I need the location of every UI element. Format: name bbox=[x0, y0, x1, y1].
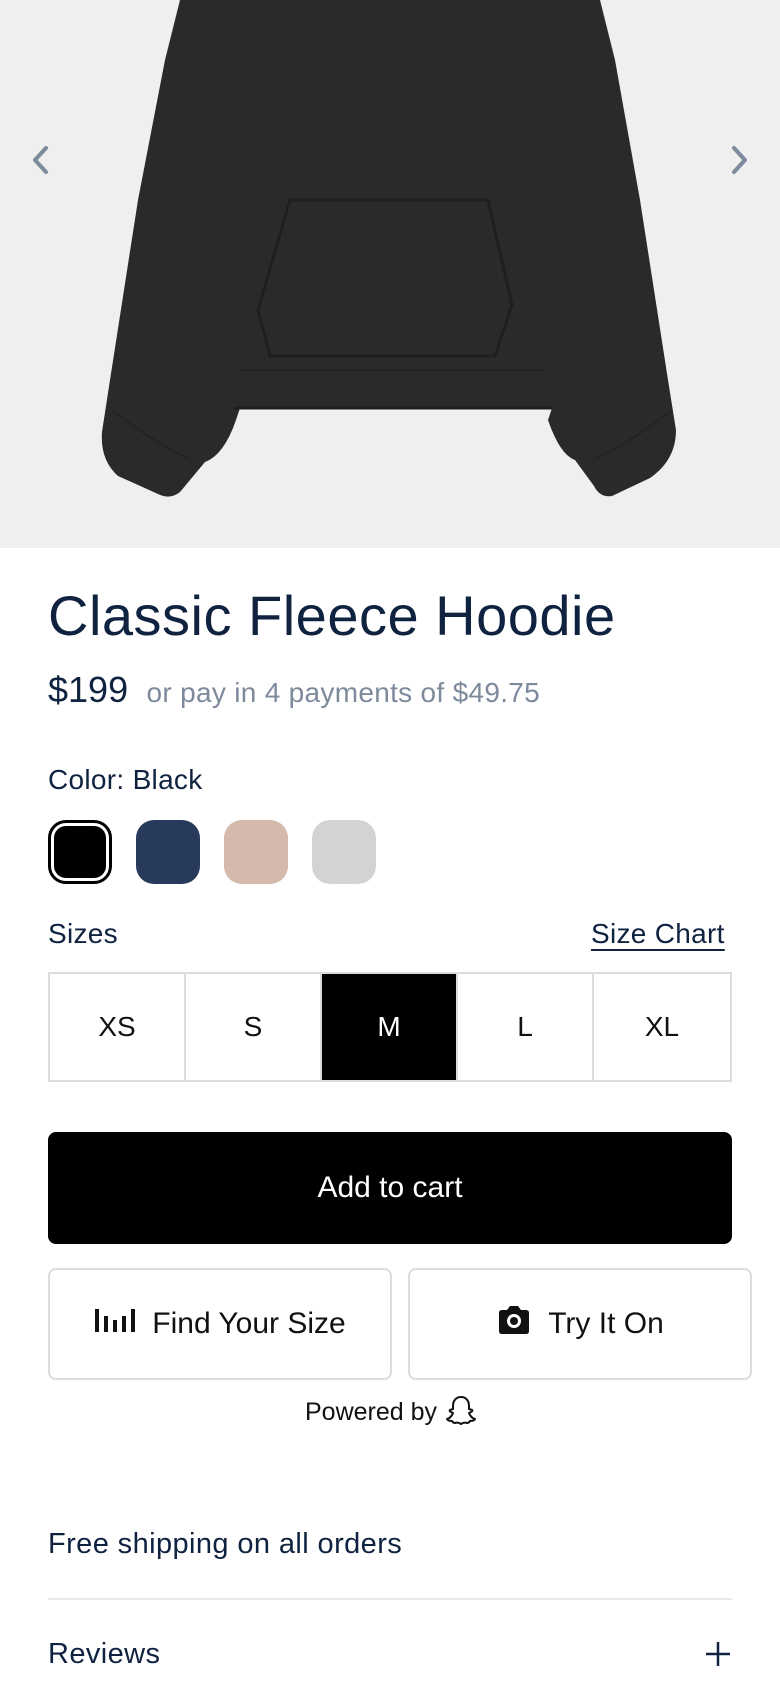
plus-icon[interactable] bbox=[704, 1640, 732, 1668]
swatch-sand[interactable] bbox=[224, 820, 288, 884]
size-option-l[interactable]: L bbox=[458, 974, 594, 1080]
size-option-xl[interactable]: XL bbox=[594, 974, 730, 1080]
hoodie-image bbox=[101, 0, 677, 497]
product-image bbox=[0, 0, 780, 548]
swatch-navy[interactable] bbox=[136, 820, 200, 884]
swatch-gray[interactable] bbox=[312, 820, 376, 884]
powered-by-label: Powered by bbox=[305, 1398, 438, 1426]
swatch-black[interactable] bbox=[48, 820, 112, 884]
price-row: $199 or pay in 4 payments of $49.75 bbox=[48, 672, 540, 708]
divider bbox=[48, 1598, 732, 1600]
product-price: $199 bbox=[48, 669, 129, 710]
size-option-s[interactable]: S bbox=[186, 974, 322, 1080]
color-label: Color: Black bbox=[48, 764, 203, 795]
sizes-label: Sizes bbox=[48, 918, 118, 949]
installments-text: or pay in 4 payments of $49.75 bbox=[146, 677, 541, 708]
add-to-cart-button[interactable]: Add to cart bbox=[48, 1132, 732, 1244]
powered-by: Powered by bbox=[305, 1394, 477, 1431]
try-it-on-button[interactable]: Try It On bbox=[408, 1268, 752, 1380]
size-option-xs[interactable]: XS bbox=[50, 974, 186, 1080]
product-title: Classic Fleece Hoodie bbox=[48, 584, 616, 647]
bar-chart-icon bbox=[94, 1307, 136, 1341]
camera-icon bbox=[496, 1305, 532, 1343]
size-chart-link[interactable]: Size Chart bbox=[591, 920, 725, 948]
chevron-right-icon[interactable] bbox=[718, 138, 762, 182]
color-swatches bbox=[48, 820, 376, 884]
try-it-on-label: Try It On bbox=[548, 1307, 664, 1340]
snapchat-ghost-icon bbox=[445, 1394, 477, 1431]
size-selector: XS S M L XL bbox=[48, 972, 732, 1082]
chevron-left-icon[interactable] bbox=[18, 138, 62, 182]
size-option-m[interactable]: M bbox=[322, 974, 458, 1080]
find-your-size-label: Find Your Size bbox=[152, 1307, 346, 1340]
shipping-info: Free shipping on all orders bbox=[48, 1528, 403, 1560]
reviews-label: Reviews bbox=[48, 1638, 161, 1670]
reviews-accordion[interactable]: Reviews bbox=[48, 1634, 732, 1678]
find-your-size-button[interactable]: Find Your Size bbox=[48, 1268, 392, 1380]
